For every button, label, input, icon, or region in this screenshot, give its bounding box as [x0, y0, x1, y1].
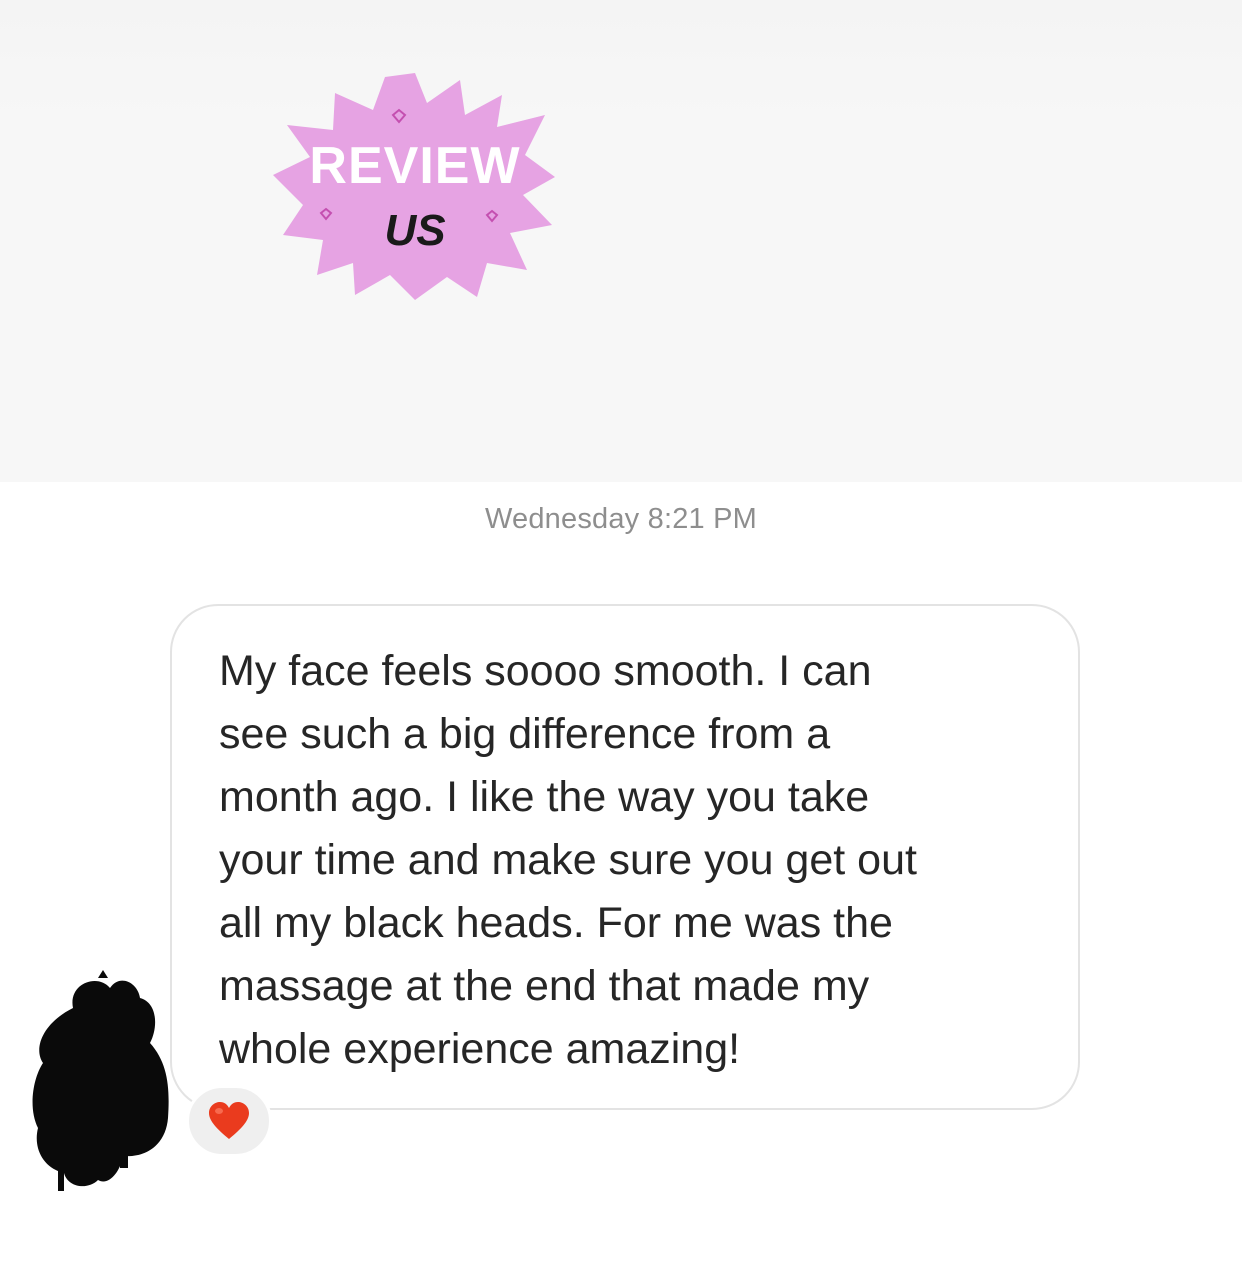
sticker-text-us: US — [384, 206, 445, 255]
sender-avatar-redacted[interactable] — [28, 968, 178, 1198]
heart-icon — [209, 1102, 249, 1139]
review-us-sticker[interactable]: REVIEW US — [265, 65, 565, 305]
message-bubble[interactable]: My face feels soooo smooth. I can see su… — [170, 604, 1080, 1110]
shared-post-area[interactable] — [0, 0, 1242, 482]
sticker-text-review: REVIEW — [309, 137, 520, 195]
message-timestamp: Wednesday 8:21 PM — [484, 503, 758, 535]
message-text: My face feels soooo smooth. I can see su… — [219, 647, 917, 1073]
reaction-badge[interactable] — [186, 1085, 272, 1157]
